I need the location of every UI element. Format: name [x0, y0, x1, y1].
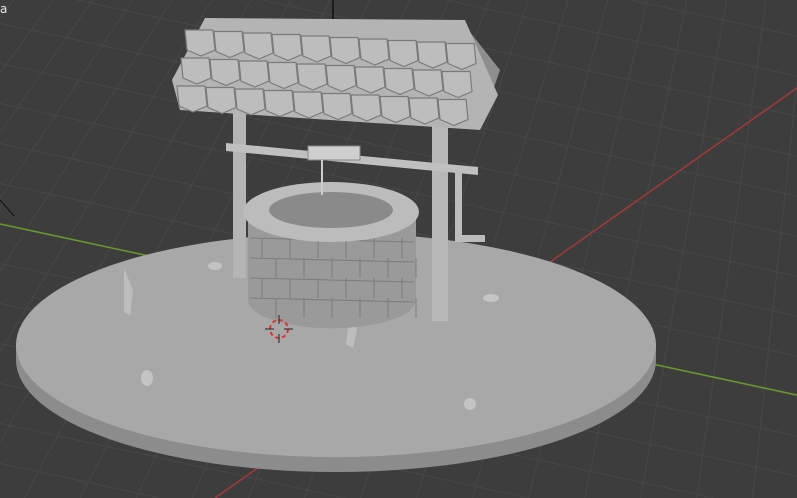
rope-coil: [307, 145, 361, 161]
viewport-scene[interactable]: [0, 0, 797, 498]
grid-line: [446, 0, 797, 77]
viewport-overlay-label: a: [0, 2, 8, 16]
grid-line: [696, 0, 767, 498]
right-post: [432, 95, 448, 321]
grid-line: [752, 82, 797, 498]
camera-edge: [0, 199, 15, 217]
grid-line: [0, 0, 133, 199]
3d-viewport[interactable]: a: [0, 0, 797, 498]
crank-handle: [455, 170, 485, 242]
pebble: [141, 370, 153, 386]
grid-line: [0, 0, 173, 272]
grid-line: [640, 0, 728, 498]
left-post: [233, 100, 246, 278]
pebble: [208, 262, 222, 270]
grid-line: [0, 0, 54, 73]
pebble: [483, 294, 499, 302]
pebble: [464, 398, 476, 410]
grid-line: [0, 462, 161, 498]
grid-line: [630, 0, 797, 37]
well-opening: [269, 192, 393, 228]
